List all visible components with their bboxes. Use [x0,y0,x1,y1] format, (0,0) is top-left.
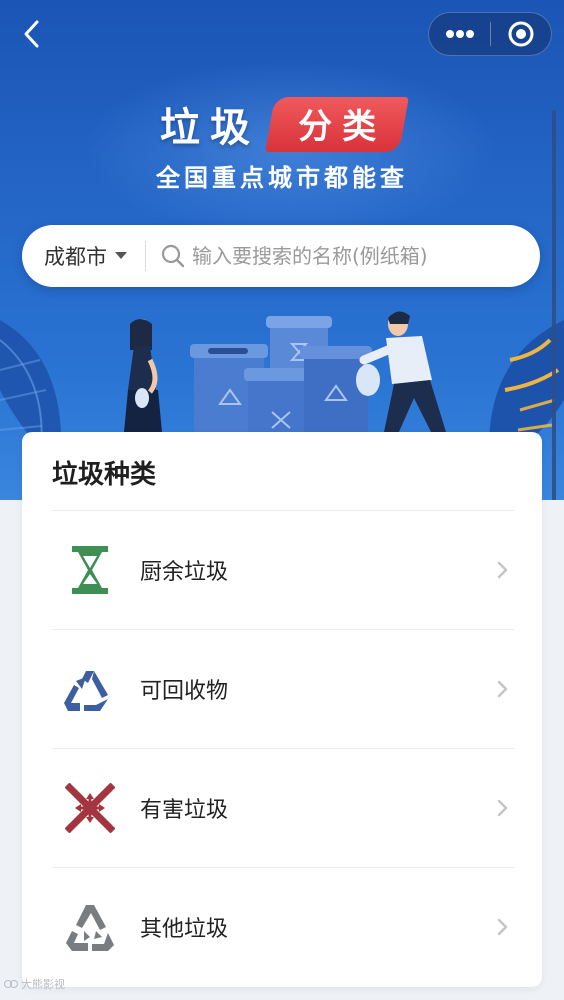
category-item-food-waste[interactable]: 厨余垃圾 [52,510,514,629]
recycle-icon [60,897,120,957]
hazard-cross-icon [60,778,120,838]
city-selector[interactable]: 成都市 [22,225,127,287]
category-card: 垃圾种类 厨余垃圾 可回收物 有害垃圾 其他垃圾 [22,432,542,987]
recycling-illustration [124,311,446,436]
back-button[interactable] [14,16,50,52]
search-input[interactable] [192,225,540,287]
title-main: 垃圾 [160,105,260,151]
watermark-text: 大熊影视 [21,978,65,991]
search-bar: 成都市 [22,225,540,287]
hourglass-icon [60,540,120,600]
chevron-right-icon [497,918,508,936]
more-button[interactable] [429,12,490,56]
chevron-right-icon [497,799,508,817]
trash-bins [190,316,372,436]
category-list: 厨余垃圾 可回收物 有害垃圾 其他垃圾 [52,510,514,986]
category-item-other[interactable]: 其他垃圾 [52,867,514,986]
page-subtitle: 全国重点城市都能查 [156,164,408,192]
category-heading: 垃圾种类 [52,460,157,490]
watermark-logo-icon [4,980,18,988]
man-figure [356,311,446,434]
category-item-hazardous[interactable]: 有害垃圾 [52,748,514,867]
chevron-left-icon [24,20,39,48]
woman-figure [124,319,162,432]
city-label: 成都市 [44,245,107,269]
title-tag: 分类 [265,96,409,152]
category-label: 其他垃圾 [140,917,229,942]
recycle-icon [60,659,120,719]
page-title: 垃圾 分类 [0,94,564,154]
mini-program-capsule [428,12,552,56]
close-button[interactable] [491,12,551,56]
target-circle-icon [508,21,534,47]
search-icon [161,244,185,268]
more-dots-icon [445,30,474,38]
chevron-right-icon [497,561,508,579]
category-label: 厨余垃圾 [140,560,229,585]
title-tag-text: 分类 [298,106,387,147]
watermark: 大熊影视 [4,976,65,992]
category-label: 有害垃圾 [140,798,229,823]
category-item-recyclable[interactable]: 可回收物 [52,629,514,748]
category-label: 可回收物 [140,679,229,704]
caret-down-icon [115,252,127,259]
search-field [146,225,540,287]
chevron-right-icon [497,680,508,698]
